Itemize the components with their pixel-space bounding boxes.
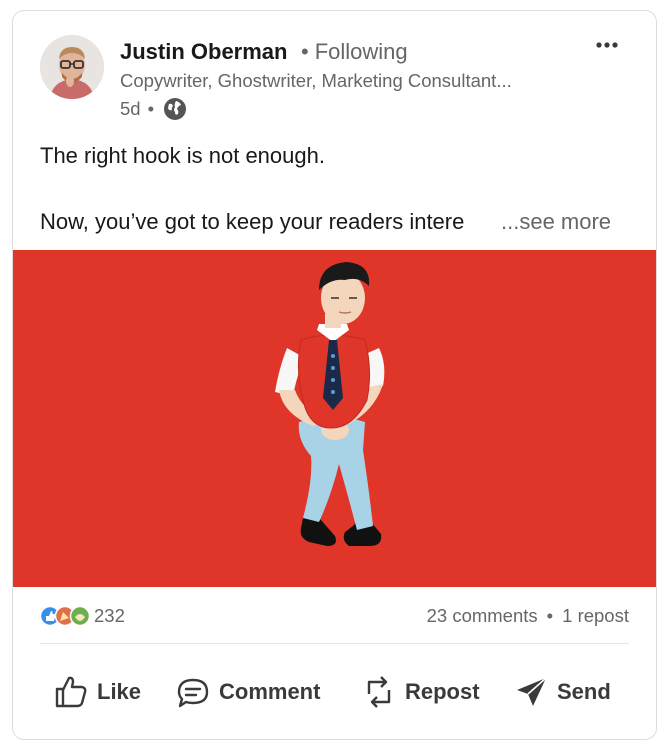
repost-icon <box>367 676 391 708</box>
reaction-icons <box>39 605 92 627</box>
repost-label: Repost <box>405 679 480 704</box>
send-icon <box>517 677 547 706</box>
post-meta: 5d • <box>120 97 187 121</box>
comment-icon <box>177 678 209 708</box>
thumbs-up-icon <box>55 676 87 708</box>
comments-count-link[interactable]: 23 comments <box>427 605 538 627</box>
like-label: Like <box>97 679 142 704</box>
author-headline: Copywriter, Ghostwriter, Marketing Consu… <box>120 70 512 91</box>
like-button[interactable]: Like <box>53 669 141 715</box>
reposts-count-link[interactable]: 1 repost <box>562 605 629 627</box>
engagement-counts: 23 comments • 1 repost <box>426 605 629 627</box>
post-card: Justin Oberman • Following Copywriter, Gh… <box>12 10 657 740</box>
support-reaction-icon <box>69 605 91 627</box>
author-name[interactable]: Justin Oberman <box>120 39 287 65</box>
reaction-count: 232 <box>94 605 125 626</box>
follow-status: • Following <box>301 39 408 64</box>
globe-icon <box>163 97 187 121</box>
see-more-link[interactable]: ...see more <box>501 209 611 235</box>
comment-button[interactable]: Comment <box>175 669 320 715</box>
divider <box>40 643 629 644</box>
post-time: 5d <box>120 98 141 119</box>
more-options-button[interactable] <box>592 33 622 57</box>
post-text-line-2: Now, you’ve got to keep your readers int… <box>40 209 465 234</box>
follow-status-label: Following <box>314 39 408 64</box>
author-avatar[interactable] <box>40 35 104 99</box>
send-button[interactable]: Send <box>513 669 611 715</box>
reactions-summary[interactable]: 232 <box>39 605 125 627</box>
post-image[interactable] <box>13 250 656 587</box>
send-label: Send <box>557 679 611 704</box>
repost-button[interactable]: Repost <box>361 669 480 715</box>
comment-label: Comment <box>219 679 321 704</box>
post-text-line-1: The right hook is not enough. <box>40 143 325 168</box>
more-icon <box>596 42 618 48</box>
dancing-man-illustration <box>13 250 656 587</box>
